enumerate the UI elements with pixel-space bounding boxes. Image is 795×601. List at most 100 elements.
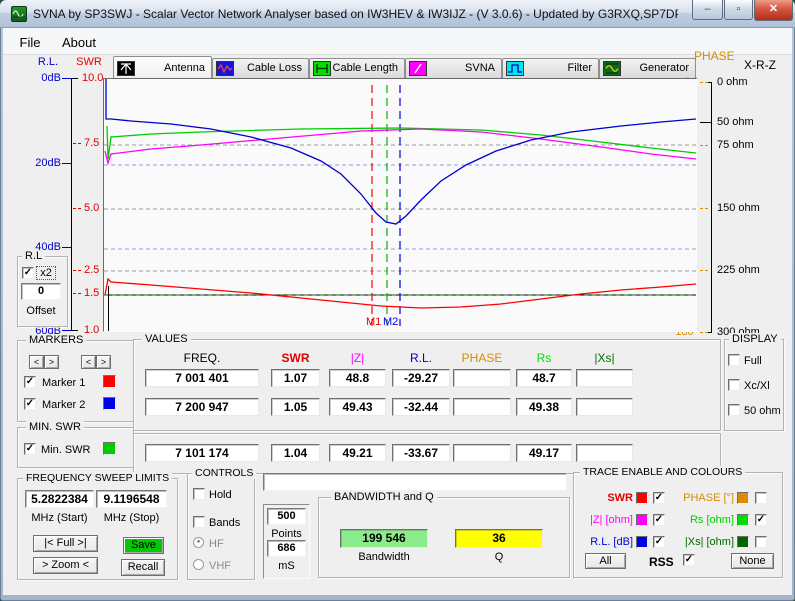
z-trace-swatch[interactable] bbox=[636, 514, 648, 526]
swr-trace-label: SWR bbox=[578, 492, 633, 504]
marker2-prev-button[interactable]: < bbox=[81, 355, 96, 369]
cable-length-icon bbox=[313, 61, 331, 76]
marker1-next-button[interactable]: > bbox=[44, 355, 59, 369]
rl-trace-checkbox[interactable]: ✓ bbox=[653, 536, 665, 548]
zoom-button[interactable]: > Zoom < bbox=[33, 557, 98, 574]
phase-tick bbox=[700, 82, 710, 83]
values-title: VALUES bbox=[142, 333, 191, 345]
rl-trace bbox=[106, 79, 696, 224]
title-bar[interactable]: SVNA by SP3SWJ - Scalar Vector Network A… bbox=[0, 0, 795, 28]
m2-swr-value: 1.05 bbox=[271, 398, 320, 416]
start-frequency-input[interactable] bbox=[25, 490, 94, 508]
tab-antenna[interactable]: Antenna bbox=[113, 56, 212, 78]
xs-trace-checkbox[interactable] bbox=[755, 536, 767, 548]
col-header-swr: SWR bbox=[271, 351, 320, 365]
marker2-checkbox[interactable]: ✓ bbox=[24, 398, 36, 410]
tab-svna[interactable]: SVNA bbox=[405, 58, 502, 78]
rl-trace-swatch[interactable] bbox=[636, 536, 648, 548]
recall-button[interactable]: Recall bbox=[121, 559, 165, 576]
min-rs-value: 49.17 bbox=[516, 444, 572, 462]
xs-trace-label: |Xs| [ohm] bbox=[672, 536, 734, 548]
checkmark-icon: ✓ bbox=[757, 514, 765, 525]
display-50ohm-label: 50 ohm bbox=[744, 405, 784, 417]
m1-swr-value: 1.07 bbox=[271, 369, 320, 387]
phase-trace-checkbox[interactable] bbox=[755, 492, 767, 504]
swr-trace-swatch[interactable] bbox=[636, 492, 648, 504]
xrz-axis-header: X-R-Z bbox=[744, 58, 788, 72]
display-50ohm-checkbox[interactable] bbox=[728, 404, 740, 416]
min-freq-value: 7 101 174 bbox=[145, 444, 259, 462]
min-swr-title: MIN. SWR bbox=[26, 421, 84, 433]
all-traces-button[interactable]: All bbox=[585, 553, 626, 569]
ohm-tick-label: 0 ohm bbox=[717, 76, 779, 88]
swr-tick bbox=[73, 270, 82, 271]
min-swr-checkbox[interactable]: ✓ bbox=[24, 443, 36, 455]
menu-file[interactable]: File bbox=[16, 33, 44, 52]
phase-tick bbox=[700, 208, 710, 209]
maximize-button[interactable]: ▫ bbox=[724, 0, 753, 20]
checkmark-icon: ✓ bbox=[655, 514, 663, 525]
tab-generator[interactable]: Generator bbox=[599, 58, 696, 78]
rs-trace-checkbox[interactable]: ✓ bbox=[755, 514, 767, 526]
min-swr-color-swatch[interactable] bbox=[103, 442, 116, 455]
minimize-button[interactable]: – bbox=[692, 0, 723, 20]
bandwidth-value: 199 546 bbox=[340, 529, 428, 548]
vhf-radio[interactable] bbox=[193, 559, 204, 570]
marker1-prev-button[interactable]: < bbox=[29, 355, 44, 369]
marker1-checkbox[interactable]: ✓ bbox=[24, 376, 36, 388]
rl-x2-checkbox[interactable]: ✓ bbox=[22, 267, 34, 279]
z-trace-checkbox[interactable]: ✓ bbox=[653, 514, 665, 526]
rl-tick bbox=[62, 247, 71, 248]
ohm-tick-label: 75 ohm bbox=[717, 139, 779, 151]
hf-radio[interactable]: ● bbox=[193, 537, 204, 548]
phase-trace-swatch[interactable] bbox=[737, 492, 749, 504]
command-input[interactable] bbox=[263, 473, 567, 491]
m1-freq-value: 7 001 401 bbox=[145, 369, 259, 387]
right-axis-line bbox=[711, 82, 712, 333]
left-axis-bottom-tick bbox=[71, 330, 78, 331]
col-header-rl: R.L. bbox=[392, 351, 450, 365]
maximize-icon: ▫ bbox=[737, 3, 741, 15]
none-traces-button[interactable]: None bbox=[731, 553, 774, 569]
rl-offset-label: Offset bbox=[17, 305, 65, 317]
left-axis-line bbox=[71, 78, 72, 331]
minimize-icon: – bbox=[704, 3, 710, 15]
swr-trace-checkbox[interactable]: ✓ bbox=[653, 492, 665, 504]
bandwidth-label: Bandwidth bbox=[340, 551, 428, 563]
stop-frequency-input[interactable] bbox=[96, 490, 167, 508]
xs-trace-swatch[interactable] bbox=[737, 536, 749, 548]
phase-axis-header: PHASE bbox=[694, 49, 742, 63]
rl-axis-header: R.L. bbox=[32, 56, 64, 68]
marker2-next-button[interactable]: > bbox=[96, 355, 111, 369]
menu-about[interactable]: About bbox=[56, 33, 102, 52]
q-label: Q bbox=[455, 551, 543, 563]
chart-plot-area[interactable]: M1 M2 bbox=[103, 78, 697, 332]
marker2-color-swatch[interactable] bbox=[103, 397, 116, 410]
m2-z-value: 49.43 bbox=[329, 398, 386, 416]
col-header-freq: FREQ. bbox=[145, 351, 259, 365]
swr-tick bbox=[73, 293, 82, 294]
phase-tick bbox=[700, 270, 710, 271]
rss-checkbox[interactable]: ✓ bbox=[683, 554, 695, 566]
min-z-value: 49.21 bbox=[329, 444, 386, 462]
bands-checkbox[interactable] bbox=[193, 516, 205, 528]
start-frequency-label: MHz (Start) bbox=[25, 512, 94, 524]
marker1-color-swatch[interactable] bbox=[103, 375, 116, 388]
rs-trace-swatch[interactable] bbox=[737, 514, 749, 526]
full-span-button[interactable]: |< Full >| bbox=[33, 535, 98, 552]
phase-tick bbox=[700, 332, 710, 333]
m2-phase-value bbox=[453, 398, 511, 416]
m1-z-value: 48.8 bbox=[329, 369, 386, 387]
tab-filter[interactable]: Filter bbox=[502, 58, 599, 78]
checkmark-icon: ✓ bbox=[26, 398, 34, 409]
hold-label: Hold bbox=[209, 489, 245, 501]
hold-checkbox[interactable] bbox=[193, 488, 205, 500]
close-button[interactable]: ✕ bbox=[754, 0, 793, 21]
tab-cable-loss[interactable]: Cable Loss bbox=[212, 58, 309, 78]
tab-cable-length[interactable]: Cable Length bbox=[309, 58, 405, 78]
rl-offset-field[interactable]: 0 bbox=[21, 283, 61, 300]
save-button[interactable]: Save bbox=[123, 537, 164, 554]
z-trace-label: |Z| [ohm] bbox=[578, 514, 633, 526]
display-xcxl-checkbox[interactable] bbox=[728, 379, 740, 391]
display-full-checkbox[interactable] bbox=[728, 354, 740, 366]
